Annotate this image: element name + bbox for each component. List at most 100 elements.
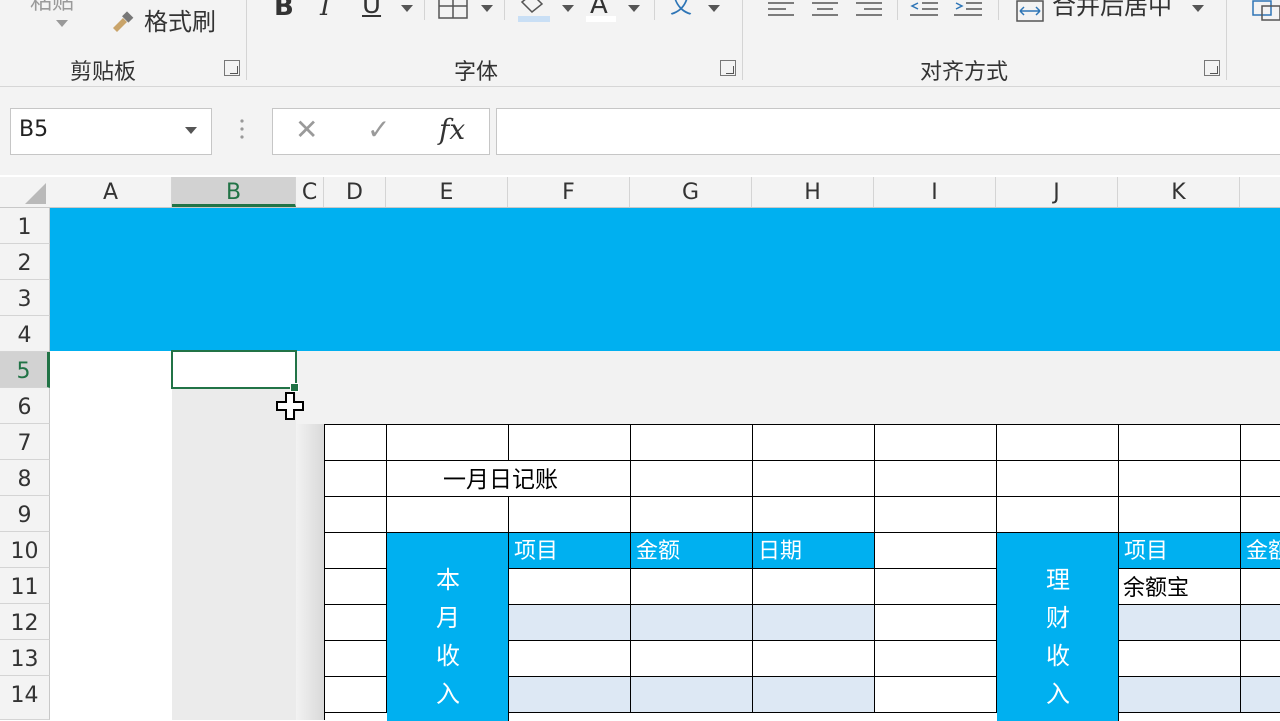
cell-l12[interactable] — [1241, 605, 1280, 641]
font-launcher-icon[interactable] — [720, 60, 736, 76]
cell-g13[interactable] — [631, 641, 753, 677]
finance-header-amount[interactable]: 金额 — [1241, 533, 1280, 569]
cell-h9[interactable] — [753, 497, 875, 533]
cell-f7[interactable] — [509, 425, 631, 461]
row-header-11[interactable]: 11 — [0, 568, 50, 604]
merge-center-button[interactable]: 合并后居中 — [1052, 0, 1172, 18]
cell-e9[interactable] — [387, 497, 509, 533]
column-header-b[interactable]: B — [172, 177, 296, 207]
cell-i13[interactable] — [875, 641, 997, 677]
insert-function-button[interactable]: fx — [439, 113, 465, 146]
cell-l9[interactable] — [1241, 497, 1280, 533]
cell-g7[interactable] — [631, 425, 753, 461]
cell-l14[interactable] — [1241, 677, 1280, 713]
fill-color-icon[interactable] — [518, 0, 550, 22]
cell-k9[interactable] — [1119, 497, 1241, 533]
cell-g12[interactable] — [631, 605, 753, 641]
cell-f9[interactable] — [509, 497, 631, 533]
active-cell-b5[interactable] — [171, 350, 297, 389]
cell-i12[interactable] — [875, 605, 997, 641]
row-header-9[interactable]: 9 — [0, 496, 50, 532]
row-header-13[interactable]: 13 — [0, 640, 50, 676]
cell-i9[interactable] — [875, 497, 997, 533]
row-header-5[interactable]: 5 — [0, 352, 50, 388]
underline-dropdown-icon[interactable] — [401, 5, 413, 12]
paste-button[interactable]: 粘贴 — [30, 0, 74, 14]
cell-f14[interactable] — [509, 677, 631, 713]
column-header-f[interactable]: F — [508, 177, 630, 207]
cell-f11[interactable] — [509, 569, 631, 605]
finance-item-yuebao[interactable]: 余额宝 — [1119, 569, 1241, 605]
formula-input[interactable] — [496, 108, 1280, 155]
column-header-d[interactable]: D — [324, 177, 386, 207]
cell-i14[interactable] — [875, 677, 997, 713]
merge-center-icon[interactable] — [1016, 0, 1044, 22]
row-header-10[interactable]: 10 — [0, 532, 50, 568]
fill-color-dropdown-icon[interactable] — [562, 5, 574, 12]
enter-icon[interactable]: ✓ — [367, 113, 390, 146]
cell-l13[interactable] — [1241, 641, 1280, 677]
wrap-text-icon[interactable] — [1252, 0, 1280, 22]
income-section-label[interactable]: 本 月 收 入 — [387, 533, 509, 721]
borders-icon[interactable] — [438, 0, 468, 20]
income-header-date[interactable]: 日期 — [753, 533, 875, 569]
cell-d12[interactable] — [325, 605, 387, 641]
name-box-dropdown-icon[interactable] — [185, 127, 197, 134]
cell-i10[interactable] — [875, 533, 997, 569]
cell-f13[interactable] — [509, 641, 631, 677]
row-header-3[interactable]: 3 — [0, 280, 50, 316]
align-center-icon[interactable] — [812, 0, 840, 18]
phonetic-button[interactable]: 文 — [670, 0, 692, 18]
cancel-icon[interactable]: ✕ — [295, 113, 318, 146]
cell-d8[interactable] — [325, 461, 387, 497]
finance-header-item[interactable]: 项目 — [1119, 533, 1241, 569]
cell-j7[interactable] — [997, 425, 1119, 461]
format-painter-icon[interactable] — [110, 10, 136, 34]
align-right-icon[interactable] — [856, 0, 884, 18]
cell-d14[interactable] — [325, 677, 387, 713]
font-color-dropdown-icon[interactable] — [628, 5, 640, 12]
cell-e7[interactable] — [387, 425, 509, 461]
column-header-k[interactable]: K — [1118, 177, 1240, 207]
cell-j8[interactable] — [997, 461, 1119, 497]
phonetic-dropdown-icon[interactable] — [708, 5, 720, 12]
cell-d11[interactable] — [325, 569, 387, 605]
cell-h13[interactable] — [753, 641, 875, 677]
alignment-launcher-icon[interactable] — [1204, 60, 1220, 76]
column-header-a[interactable]: A — [50, 177, 172, 207]
sheet-title[interactable]: 一月日记账 — [387, 461, 631, 497]
cell-i7[interactable] — [875, 425, 997, 461]
cell-i8[interactable] — [875, 461, 997, 497]
fill-handle[interactable] — [290, 383, 299, 392]
cell-h14[interactable] — [753, 677, 875, 713]
italic-button[interactable]: I — [320, 0, 330, 20]
row-header-8[interactable]: 8 — [0, 460, 50, 496]
row-header-7[interactable]: 7 — [0, 424, 50, 460]
row-header-4[interactable]: 4 — [0, 316, 50, 352]
cell-d9[interactable] — [325, 497, 387, 533]
cell-k13[interactable] — [1119, 641, 1241, 677]
column-header-c[interactable]: C — [296, 177, 324, 207]
row-header-14[interactable]: 14 — [0, 676, 50, 720]
cell-d10[interactable] — [325, 533, 387, 569]
income-header-item[interactable]: 项目 — [509, 533, 631, 569]
cell-h11[interactable] — [753, 569, 875, 605]
cell-k12[interactable] — [1119, 605, 1241, 641]
income-header-amount[interactable]: 金额 — [631, 533, 753, 569]
cell-d13[interactable] — [325, 641, 387, 677]
cell-k8[interactable] — [1119, 461, 1241, 497]
cell-g8[interactable] — [631, 461, 753, 497]
clipboard-launcher-icon[interactable] — [224, 60, 240, 76]
row-header-2[interactable]: 2 — [0, 244, 50, 280]
column-header-i[interactable]: I — [874, 177, 996, 207]
format-painter-button[interactable]: 格式刷 — [144, 10, 216, 34]
row-header-6[interactable]: 6 — [0, 388, 50, 424]
cell-l7[interactable] — [1241, 425, 1280, 461]
cell-i11[interactable] — [875, 569, 997, 605]
name-box[interactable]: B5 — [10, 108, 212, 155]
cell-f12[interactable] — [509, 605, 631, 641]
cell-k7[interactable] — [1119, 425, 1241, 461]
decrease-indent-icon[interactable] — [910, 0, 940, 18]
cell-l8[interactable] — [1241, 461, 1280, 497]
row-header-12[interactable]: 12 — [0, 604, 50, 640]
